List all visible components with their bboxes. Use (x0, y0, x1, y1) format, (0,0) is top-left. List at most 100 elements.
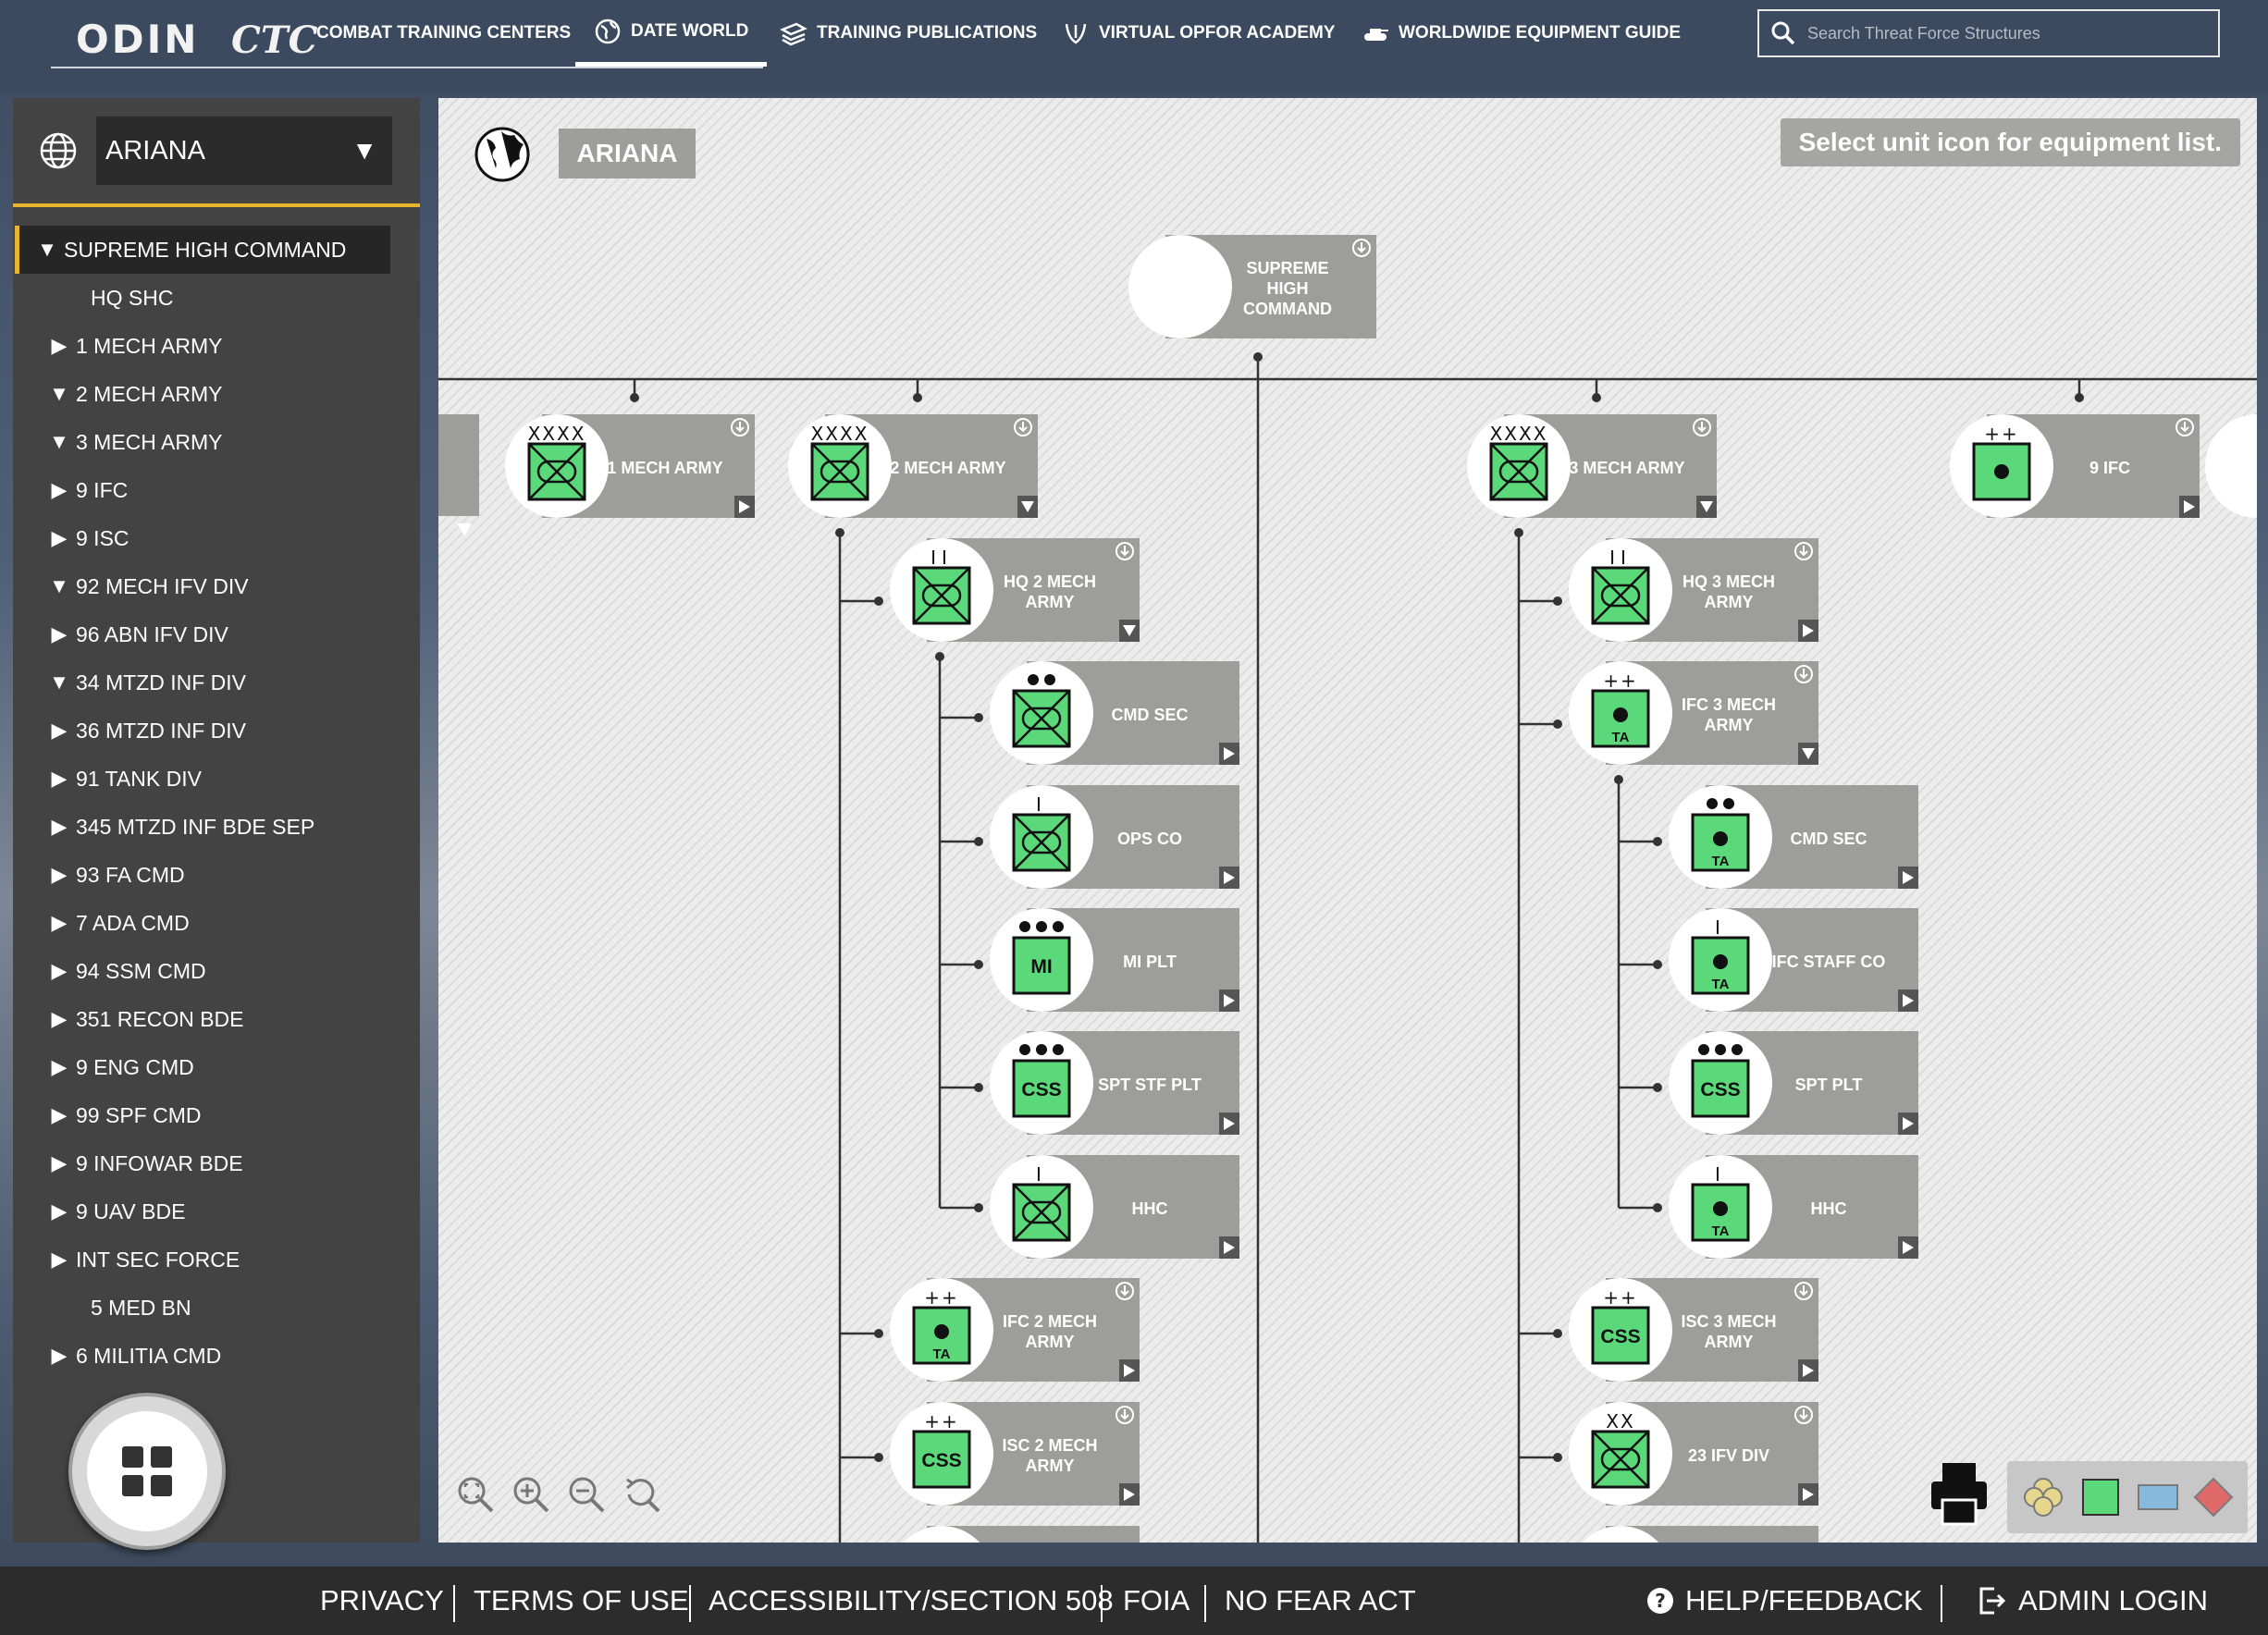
expand-arrow-icon[interactable] (1798, 1483, 1818, 1506)
tree-item[interactable]: ▶ 345 MTZD INF BDE SEP (13, 803, 420, 851)
expand-arrow-icon[interactable] (1798, 620, 1818, 642)
tree-item[interactable]: ▶ 9 ISC (13, 514, 420, 562)
tree-item[interactable]: ▼ 92 MECH IFV DIV (13, 562, 420, 610)
blue-rectangle-swatch[interactable] (2137, 1483, 2179, 1511)
tree-item[interactable]: 5 MED BN (13, 1284, 420, 1332)
tree-item[interactable]: ▶ 1 MECH ARMY (13, 322, 420, 370)
tree-item[interactable]: ▶ 351 RECON BDE (13, 995, 420, 1043)
expand-arrow-icon[interactable] (2179, 496, 2200, 518)
nav-training-publications[interactable]: TRAINING PUBLICATIONS (780, 0, 1037, 67)
collapse-arrow-icon[interactable] (1119, 620, 1140, 642)
unit-card-ma1[interactable]: XXXX 1 MECH ARMY (505, 414, 755, 518)
unit-card-mi2[interactable]: MI MI PLT (990, 908, 1239, 1012)
unit-card-spt2[interactable]: CSS SPT STF PLT (990, 1031, 1239, 1135)
unit-card-cutoff-right[interactable] (2205, 414, 2257, 518)
tree-item[interactable]: ▶ 93 FA CMD (13, 851, 420, 899)
expand-arrow-icon[interactable] (1219, 867, 1239, 889)
expand-arrow-icon[interactable] (1898, 1236, 1918, 1259)
org-chart-canvas[interactable]: SUPREME HIGH COMMAND XXXX 1 MECH ARMY XXXX 2 M… (438, 98, 2257, 1543)
nav-date-world[interactable]: DATE WORLD (575, 0, 768, 67)
unit-card-cmd3[interactable]: TA CMD SEC (1669, 785, 1918, 889)
unit-card-cutoff[interactable] (890, 1526, 1140, 1543)
admin-login-link[interactable]: ADMIN LOGIN (1976, 1567, 2208, 1635)
expand-arrow-icon[interactable] (1219, 1113, 1239, 1135)
nav-virtual-opfor-academy[interactable]: VIRTUAL OPFOR ACADEMY (1062, 0, 1335, 67)
expand-arrow-icon[interactable] (1898, 1113, 1918, 1135)
unit-card-cmd2[interactable]: CMD SEC (990, 661, 1239, 765)
tree-item[interactable]: HQ SHC (13, 274, 420, 322)
tree-item[interactable]: ▶ INT SEC FORCE (13, 1235, 420, 1284)
expand-arrow-icon[interactable] (1219, 743, 1239, 765)
zoom-in-icon[interactable] (511, 1474, 551, 1515)
search-box[interactable] (1757, 9, 2220, 57)
unit-card-cutoff[interactable] (1569, 1526, 1818, 1543)
expand-arrow-icon[interactable] (1119, 1359, 1140, 1382)
search-input[interactable] (1807, 23, 2196, 43)
unit-card-div23[interactable]: XX 23 IFV DIV (1569, 1402, 1818, 1506)
apps-launcher-button[interactable] (68, 1393, 226, 1550)
tree-item[interactable]: ▶ 9 INFOWAR BDE (13, 1139, 420, 1187)
unit-card-ifc2[interactable]: ++TAIFC 2 MECH ARMY (890, 1278, 1140, 1382)
odin-logo[interactable]: ODIN (76, 17, 199, 62)
unit-card-partial[interactable] (438, 414, 479, 536)
zoom-reset-icon[interactable] (622, 1474, 662, 1515)
green-square-swatch[interactable] (2081, 1478, 2120, 1517)
footer-link-privacy[interactable]: PRIVACY (320, 1567, 444, 1635)
expand-arrow-icon[interactable] (1898, 990, 1918, 1012)
expand-arrow-icon[interactable] (1219, 1236, 1239, 1259)
unit-card-shc[interactable]: SUPREME HIGH COMMAND (1128, 235, 1376, 338)
tree-item[interactable]: ▼ 34 MTZD INF DIV (13, 658, 420, 707)
expand-arrow-icon[interactable] (1898, 867, 1918, 889)
unit-card-hq3[interactable]: IIHQ 3 MECH ARMY (1569, 538, 1818, 642)
printer-icon[interactable] (1929, 1461, 1989, 1526)
footer-link-accessibility[interactable]: ACCESSIBILITY/SECTION 508 (709, 1567, 1114, 1635)
unit-icon-button[interactable] (2205, 414, 2257, 518)
footer-link-terms[interactable]: TERMS OF USE (474, 1567, 689, 1635)
tree-item[interactable]: ▶ 91 TANK DIV (13, 755, 420, 803)
ctc-logo[interactable]: CTC (231, 18, 317, 62)
tree-item[interactable]: ▶ 9 IFC (13, 466, 420, 514)
unit-card-hhc3[interactable]: I TA HHC (1669, 1155, 1918, 1259)
tree-item[interactable]: ▼ SUPREME HIGH COMMAND (15, 226, 390, 274)
nav-combat-training-centers[interactable]: COMBAT TRAINING CENTERS (316, 0, 571, 67)
red-diamond-swatch[interactable] (2192, 1476, 2235, 1518)
collapse-arrow-icon[interactable] (1696, 496, 1717, 518)
tree-item[interactable]: ▶ 94 SSM CMD (13, 947, 420, 995)
footer-link-foia[interactable]: FOIA (1123, 1567, 1189, 1635)
footer-link-no-fear-act[interactable]: NO FEAR ACT (1225, 1567, 1416, 1635)
tree-item[interactable]: ▶ 36 MTZD INF DIV (13, 707, 420, 755)
tree-item[interactable]: ▶ 99 SPF CMD (13, 1091, 420, 1139)
yellow-clover-swatch[interactable] (2024, 1478, 2063, 1517)
unit-card-ops2[interactable]: I OPS CO (990, 785, 1239, 889)
tree-item[interactable]: ▶ 7 ADA CMD (13, 899, 420, 947)
unit-card-isc2[interactable]: ++CSSISC 2 MECH ARMY (890, 1402, 1140, 1506)
unit-card-ma3[interactable]: XXXX 3 MECH ARMY (1467, 414, 1717, 518)
tree-item[interactable]: ▶ 6 MILITIA CMD (13, 1332, 420, 1380)
expand-arrow-icon[interactable] (1119, 1483, 1140, 1506)
help-feedback-link[interactable]: ? HELP/FEEDBACK (1646, 1567, 1923, 1635)
unit-card-spt3[interactable]: CSS SPT PLT (1669, 1031, 1918, 1135)
echelon-marker: I (1715, 1163, 1726, 1186)
nav-worldwide-equipment-guide[interactable]: WORLDWIDE EQUIPMENT GUIDE (1362, 0, 1681, 67)
zoom-out-icon[interactable] (566, 1474, 607, 1515)
tree-item[interactable]: ▶ 9 ENG CMD (13, 1043, 420, 1091)
unit-card-ma2[interactable]: XXXX 2 MECH ARMY (788, 414, 1038, 518)
unit-card-ifc3[interactable]: ++TAIFC 3 MECH ARMY (1569, 661, 1818, 765)
country-select[interactable]: ARIANA ▼ (96, 117, 392, 185)
unit-card-hhc2[interactable]: I HHC (990, 1155, 1239, 1259)
unit-card-ifc9[interactable]: ++ 9 IFC (1950, 414, 2200, 518)
collapse-arrow-icon[interactable] (1017, 496, 1038, 518)
tree-item[interactable]: ▼ 2 MECH ARMY (13, 370, 420, 418)
unit-icon-button[interactable] (1128, 235, 1232, 338)
tree-item[interactable]: ▶ 9 UAV BDE (13, 1187, 420, 1235)
unit-card-isc3[interactable]: ++CSSISC 3 MECH ARMY (1569, 1278, 1818, 1382)
collapse-arrow-icon[interactable] (1798, 743, 1818, 765)
expand-arrow-icon[interactable] (1219, 990, 1239, 1012)
zoom-fit-icon[interactable] (455, 1474, 496, 1515)
unit-card-ifcstaff3[interactable]: I TA IFC STAFF CO (1669, 908, 1918, 1012)
tree-item[interactable]: ▼ 3 MECH ARMY (13, 418, 420, 466)
tree-item[interactable]: ▶ 96 ABN IFV DIV (13, 610, 420, 658)
expand-arrow-icon[interactable] (734, 496, 755, 518)
expand-arrow-icon[interactable] (1798, 1359, 1818, 1382)
unit-card-hq2[interactable]: IIHQ 2 MECH ARMY (890, 538, 1140, 642)
